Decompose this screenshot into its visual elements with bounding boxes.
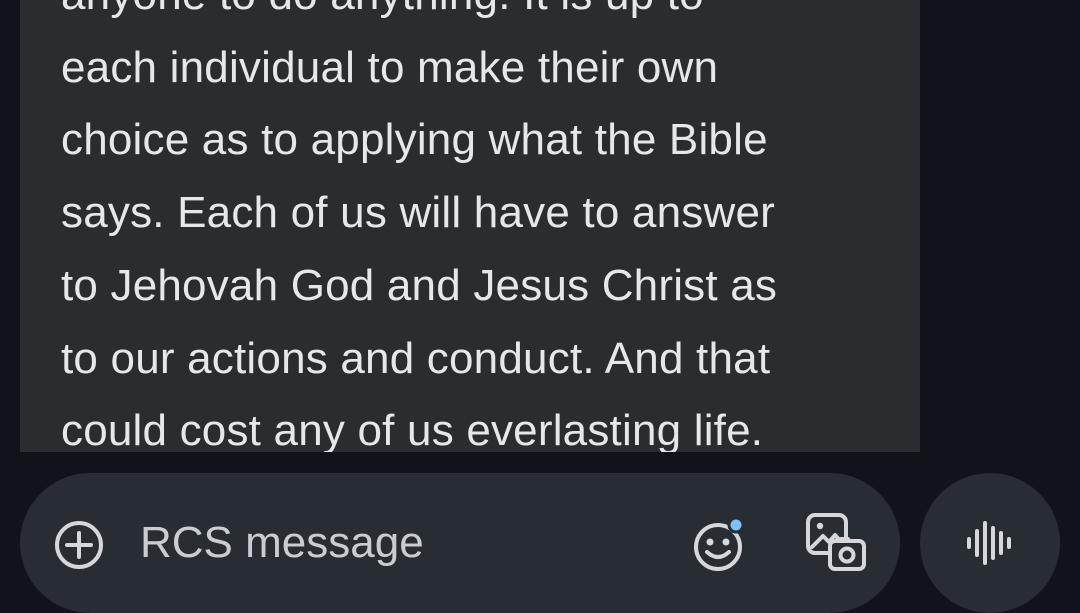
message-line: each individual to make their own <box>61 42 719 92</box>
message-line: choice as to applying what the Bible <box>61 115 768 165</box>
message-bubble[interactable]: anyone to do anything. It is up to each … <box>20 0 920 452</box>
message-text: anyone to do anything. It is up to each … <box>61 0 901 452</box>
message-line: anyone to do anything. It is up to <box>61 0 901 32</box>
emoji-icon <box>694 516 745 571</box>
gallery-button[interactable] <box>802 509 872 579</box>
message-line: to our actions and conduct. And that <box>61 333 771 383</box>
voice-message-button[interactable] <box>920 473 1060 613</box>
gallery-icon <box>806 513 866 571</box>
message-line: could cost any of us everlasting life. <box>61 406 764 452</box>
message-composer <box>20 473 900 613</box>
add-attachment-button[interactable] <box>52 518 106 572</box>
message-line: to Jehovah God and Jesus Christ as <box>61 260 778 310</box>
message-input[interactable] <box>140 513 660 573</box>
voice-message-icon <box>967 521 1011 565</box>
emoji-button[interactable] <box>688 513 752 577</box>
add-circle-icon <box>55 521 103 569</box>
notification-dot <box>727 516 745 534</box>
message-line: says. Each of us will have to answer <box>61 188 775 238</box>
